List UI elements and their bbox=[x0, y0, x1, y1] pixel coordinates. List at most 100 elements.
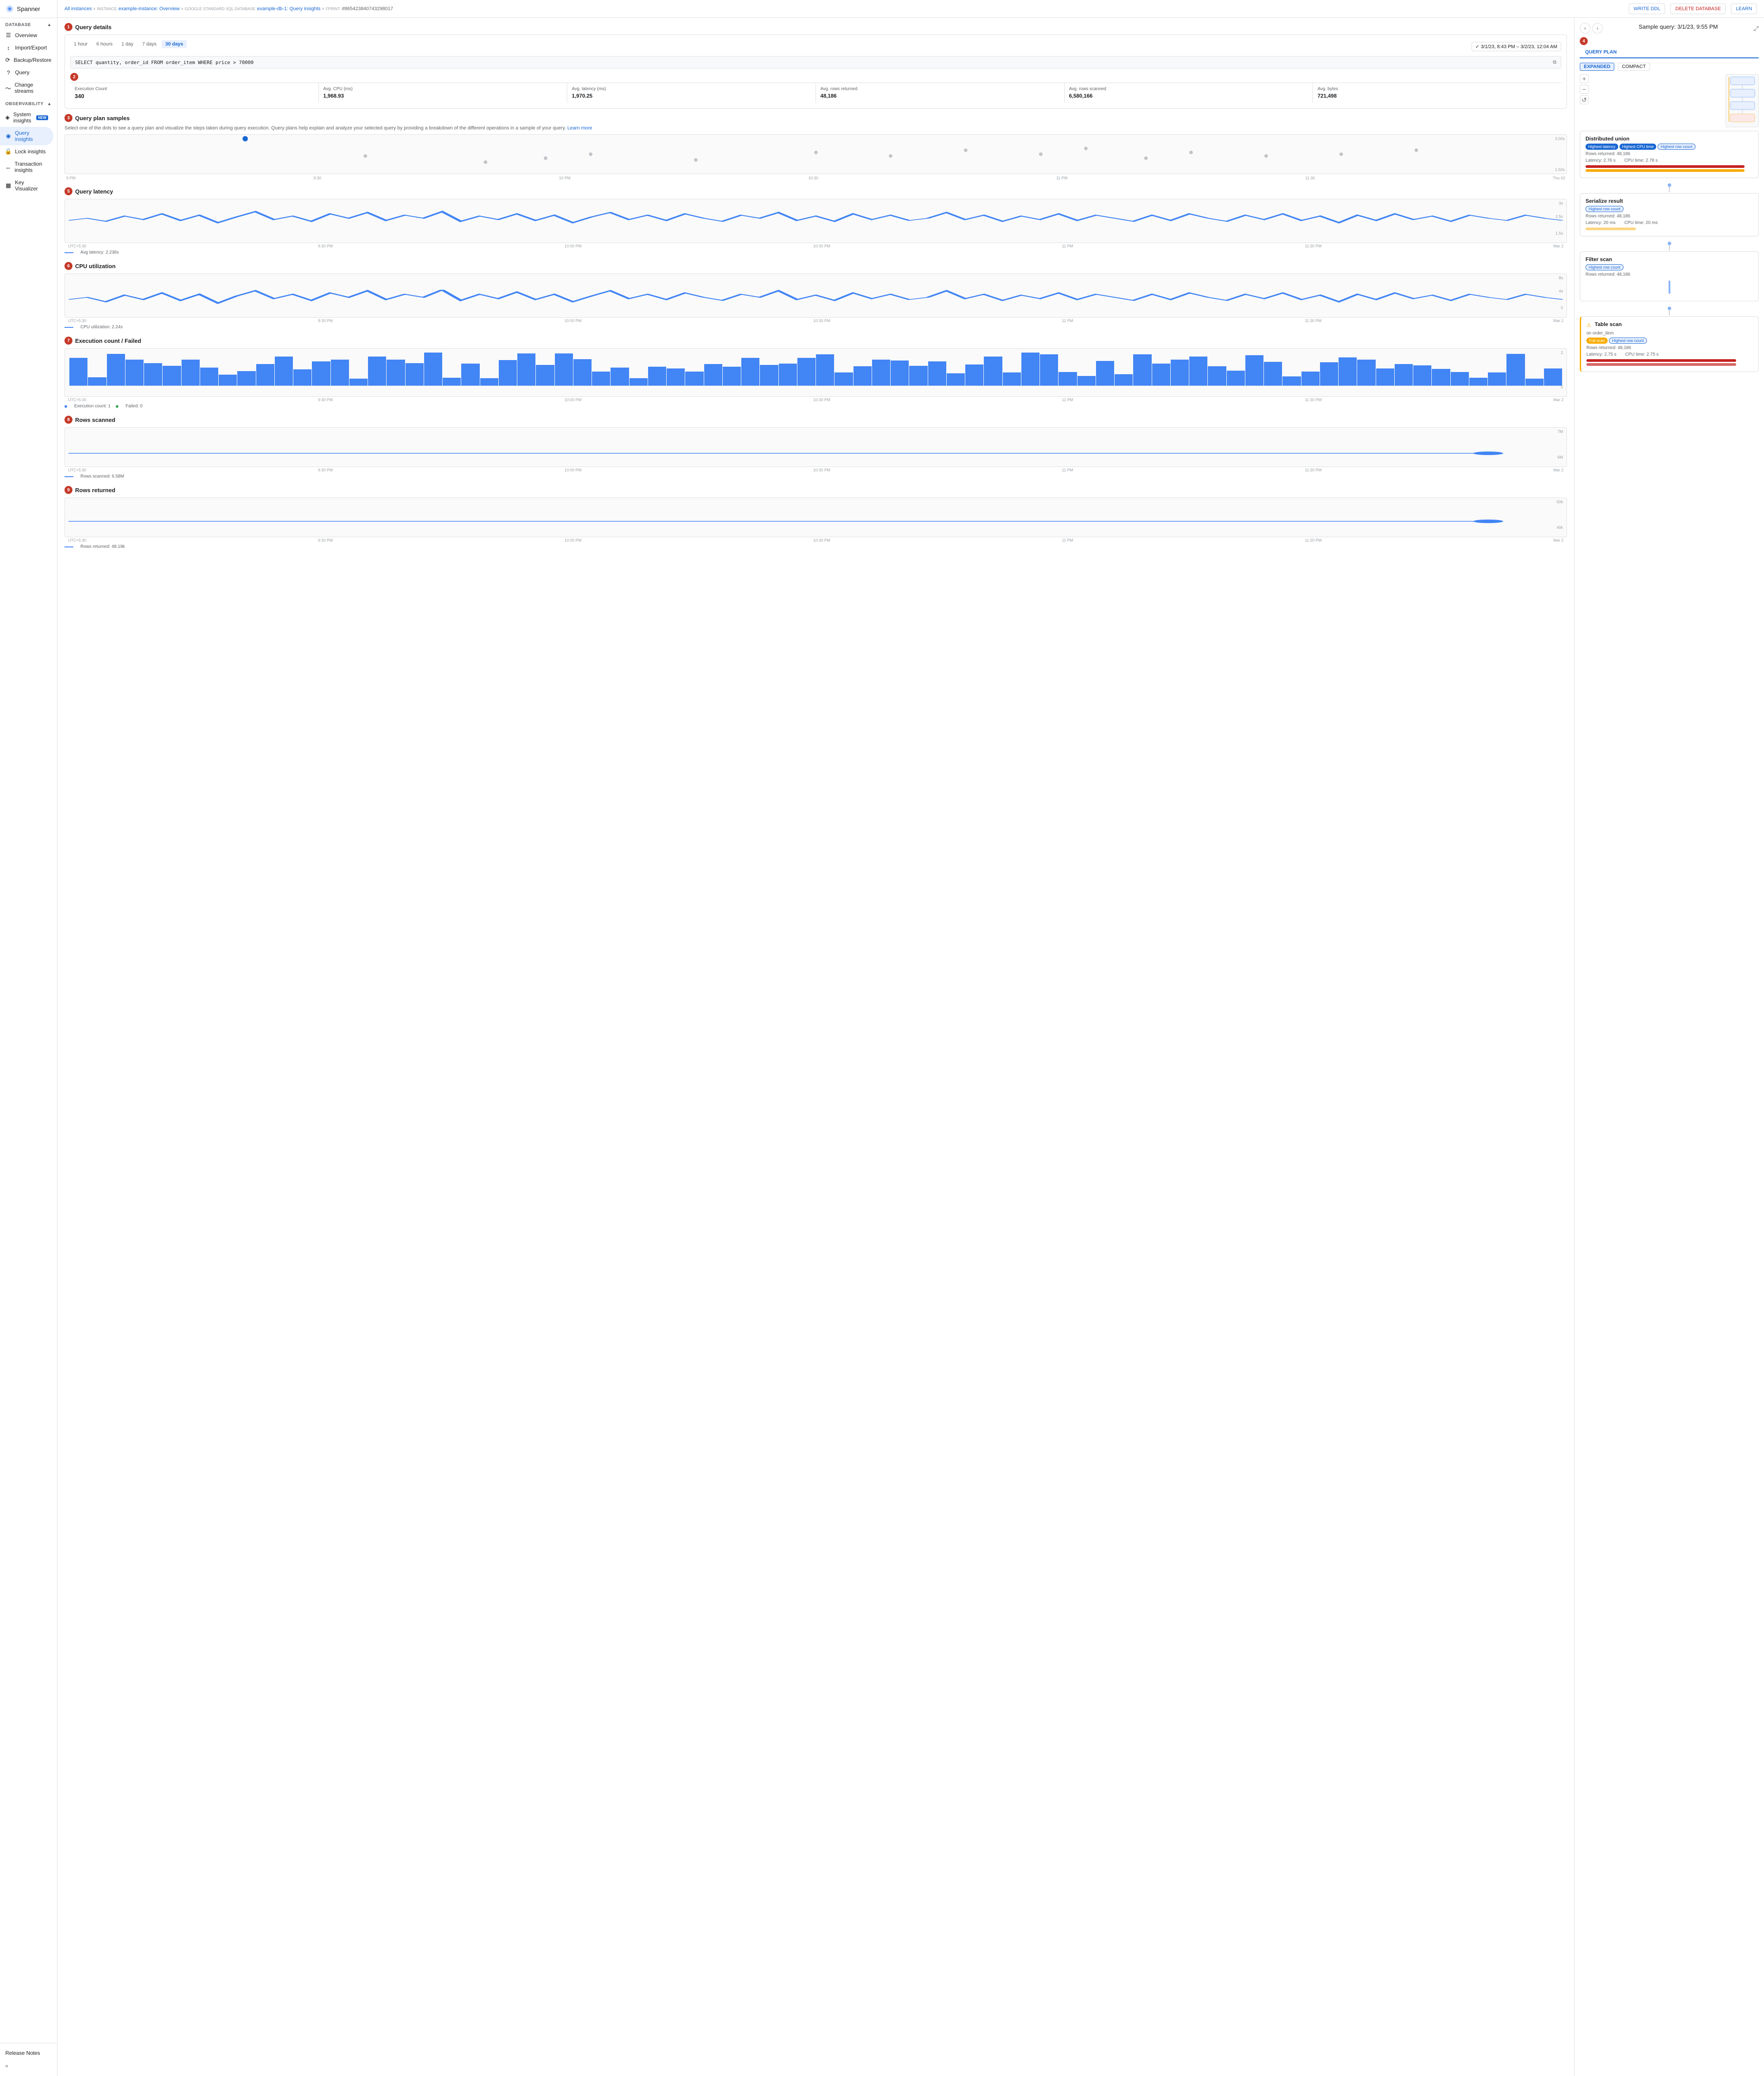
scatter-x-label: 9 PM bbox=[66, 176, 76, 180]
time-tab-1day[interactable]: 1 day bbox=[118, 40, 137, 48]
bar-item bbox=[1301, 372, 1320, 386]
time-tab-6hours[interactable]: 6 hours bbox=[93, 40, 116, 48]
bar-item bbox=[1525, 379, 1544, 386]
scatter-dot-selected[interactable] bbox=[243, 136, 248, 141]
sidebar-item-system-insights[interactable]: ◈ System insights NEW bbox=[0, 108, 53, 127]
query-details-box: 1 hour 6 hours 1 day 7 days 30 days ✓ 3/… bbox=[64, 34, 1567, 109]
breadcrumb-database-name[interactable]: example-db-1: Query insights bbox=[257, 6, 321, 11]
section-num-8: 8 bbox=[64, 416, 72, 424]
expand-button[interactable]: ⤢ bbox=[1754, 25, 1759, 32]
section-num-5: 5 bbox=[64, 187, 72, 195]
sidebar-item-query-label: Query bbox=[15, 69, 30, 76]
breadcrumb-all-instances[interactable]: All instances bbox=[64, 6, 92, 11]
breadcrumb-instance-name[interactable]: example-instance: Overview bbox=[118, 6, 179, 11]
scatter-dot[interactable] bbox=[964, 148, 967, 152]
sidebar-item-overview[interactable]: ☰ Overview bbox=[0, 29, 53, 42]
write-ddl-button[interactable]: WRITE DDL bbox=[1629, 4, 1665, 14]
sidebar-collapse-button[interactable]: « bbox=[0, 2059, 57, 2072]
sidebar-item-query-insights[interactable]: ◉ Query insights bbox=[0, 127, 53, 145]
sidebar-item-transaction-insights[interactable]: ↔ Transaction insights bbox=[0, 158, 53, 176]
bar-item bbox=[1357, 360, 1375, 386]
compact-button[interactable]: COMPACT bbox=[1618, 63, 1650, 71]
qp-latency: Latency: 2.76 s bbox=[1586, 158, 1616, 163]
scatter-plot[interactable]: 3.00s 1.50s bbox=[64, 134, 1567, 174]
scatter-dot[interactable] bbox=[364, 154, 367, 158]
time-tab-7days[interactable]: 7 days bbox=[139, 40, 160, 48]
sidebar-item-change-streams[interactable]: 〜 Change streams bbox=[0, 79, 53, 97]
sidebar-item-key-visualizer[interactable]: ▦ Key Visualizer bbox=[0, 176, 53, 195]
scatter-dot[interactable] bbox=[1339, 152, 1343, 156]
scatter-dot[interactable] bbox=[889, 154, 892, 158]
scatter-dot[interactable] bbox=[1084, 147, 1088, 150]
delete-database-button[interactable]: DELETE DATABASE bbox=[1670, 4, 1726, 14]
bar-item bbox=[965, 364, 983, 386]
sidebar-item-backup-restore[interactable]: ⟳ Backup/Restore bbox=[0, 54, 53, 66]
bar-item bbox=[1544, 368, 1562, 386]
qp-node-distributed-union[interactable]: Distributed union Highest latency Highes… bbox=[1580, 131, 1759, 178]
qp-node-title: Table scan bbox=[1595, 321, 1622, 327]
scatter-x-label: 9:30 bbox=[313, 176, 321, 180]
bar-item bbox=[1264, 362, 1282, 386]
bar-item bbox=[1451, 372, 1469, 386]
breadcrumb-instance-label: INSTANCE bbox=[97, 7, 117, 11]
bar-item bbox=[1189, 357, 1207, 386]
scatter-dot[interactable] bbox=[1189, 151, 1193, 154]
bar-item bbox=[480, 378, 498, 386]
nav-next-button[interactable]: › bbox=[1592, 23, 1603, 34]
scatter-dot[interactable] bbox=[1144, 156, 1148, 160]
sidebar-item-release-notes[interactable]: Release Notes bbox=[0, 2047, 53, 2059]
zoom-in-button[interactable]: + bbox=[1580, 74, 1589, 83]
stat-avg-latency: Avg. latency (ms) 1,970.25 bbox=[567, 83, 816, 103]
qp-node-serialize-result[interactable]: Serialize result Highest row count Rows … bbox=[1580, 193, 1759, 236]
scatter-dot[interactable] bbox=[814, 151, 818, 154]
bar-item bbox=[741, 358, 759, 386]
expanded-button[interactable]: EXPANDED bbox=[1580, 63, 1614, 71]
copy-sql-button[interactable]: ⧉ bbox=[1553, 59, 1556, 65]
learn-button[interactable]: LEARN bbox=[1731, 4, 1757, 14]
scatter-dot[interactable] bbox=[484, 160, 487, 164]
learn-more-link[interactable]: Learn more bbox=[567, 125, 592, 131]
left-panel: 1 Query details 1 hour 6 hours 1 day 7 d… bbox=[57, 18, 1574, 2076]
bar-item bbox=[200, 368, 218, 386]
exec-legend: Execution count: 1 Failed: 0 bbox=[64, 404, 1567, 409]
cpu-utilization-title: 6 CPU utilization bbox=[64, 262, 1567, 270]
qp-cpu-time: CPU time: 2.78 s bbox=[1624, 158, 1658, 163]
rows-returned-chart: 50k 40k bbox=[64, 497, 1567, 537]
scatter-dot[interactable] bbox=[694, 158, 698, 162]
date-range-picker[interactable]: ✓ 3/1/23, 8:43 PM – 3/2/23, 12:04 AM bbox=[1472, 42, 1561, 51]
bar-item bbox=[1227, 371, 1245, 386]
stat-execution-count: Execution Count 340 bbox=[70, 83, 319, 103]
sidebar-item-query[interactable]: ? Query bbox=[0, 66, 53, 79]
nav-prev-button[interactable]: ‹ bbox=[1580, 23, 1590, 34]
qp-metric-row: Latency: 2.76 s CPU time: 2.78 s bbox=[1586, 157, 1753, 164]
query-sql-box: SELECT quantity, order_id FROM order_ite… bbox=[70, 56, 1561, 68]
query-plan-tab[interactable]: QUERY PLAN bbox=[1580, 47, 1622, 58]
time-tab-30days[interactable]: 30 days bbox=[162, 40, 186, 48]
query-plan-samples-desc: Select one of the dots to see a query pl… bbox=[64, 125, 1567, 131]
scatter-dot[interactable] bbox=[1039, 152, 1043, 156]
bar-item bbox=[704, 364, 722, 386]
bar-item bbox=[816, 354, 834, 386]
zoom-reset-button[interactable]: ↺ bbox=[1580, 95, 1589, 104]
bar-item bbox=[125, 360, 144, 386]
scatter-dot[interactable] bbox=[589, 152, 592, 156]
qp-node-filter-scan[interactable]: Filter scan Highest row count Rows retur… bbox=[1580, 251, 1759, 301]
bar-item bbox=[536, 365, 554, 386]
scatter-dot[interactable] bbox=[1264, 154, 1268, 158]
sidebar-item-overview-label: Overview bbox=[15, 32, 37, 38]
avg-rows-scanned-label: Avg. rows scanned bbox=[1069, 87, 1309, 91]
sidebar-item-import-export[interactable]: ↕ Import/Export bbox=[0, 42, 53, 54]
zoom-out-button[interactable]: − bbox=[1580, 85, 1589, 94]
sidebar-item-lock-insights[interactable]: 🔒 Lock insights bbox=[0, 145, 53, 158]
qp-node-table-scan[interactable]: ⚠ Table scan on order_item Full scan Hig… bbox=[1580, 316, 1759, 372]
scatter-x-label: 11:30 bbox=[1305, 176, 1315, 180]
nav-arrows: ‹ › bbox=[1580, 23, 1603, 34]
rows-returned-legend: Rows returned: 48.19k bbox=[64, 544, 1567, 549]
cpu-bar bbox=[1586, 363, 1736, 366]
app-logo: Spanner bbox=[0, 0, 57, 18]
scatter-dot[interactable] bbox=[1415, 148, 1418, 152]
avg-cpu-value: 1,968.93 bbox=[323, 93, 563, 99]
time-tab-1hour[interactable]: 1 hour bbox=[70, 40, 91, 48]
bar-item bbox=[182, 360, 200, 386]
scatter-dot[interactable] bbox=[544, 156, 547, 160]
